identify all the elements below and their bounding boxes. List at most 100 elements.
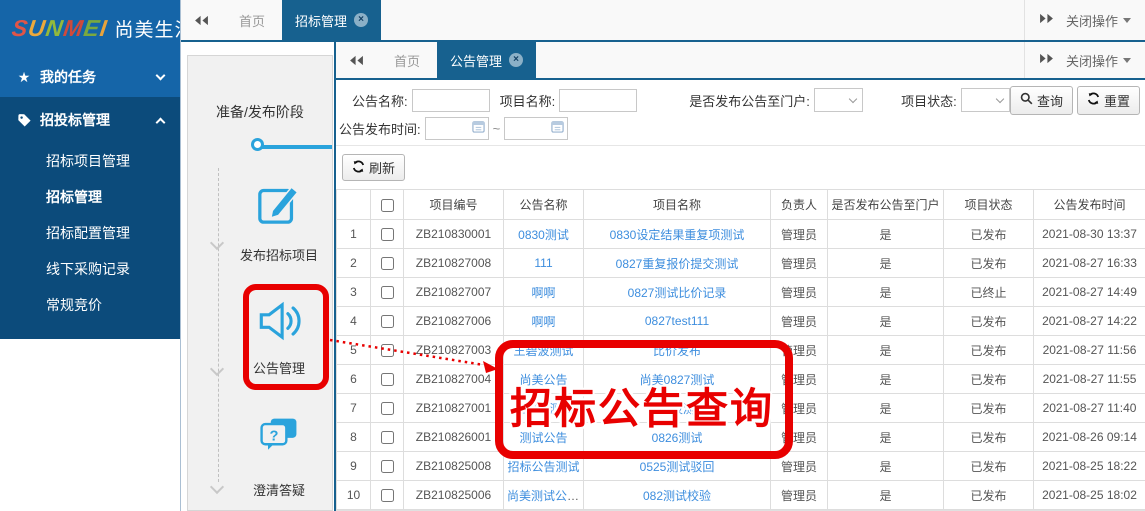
publish-time-from-input[interactable] xyxy=(425,117,489,140)
chevron-up-icon xyxy=(156,117,166,127)
row-number: 9 xyxy=(337,452,371,481)
tab-home[interactable]: 首页 xyxy=(222,0,282,40)
search-button[interactable]: 查询 xyxy=(1010,86,1073,115)
project-status: 已发布 xyxy=(944,394,1034,423)
collapse-tabs-icon[interactable] xyxy=(181,0,222,40)
calendar-icon[interactable] xyxy=(551,120,564,136)
clarification-step-icon[interactable]: ? xyxy=(257,414,301,463)
sidebar-section-bidding-mgmt[interactable]: 招投标管理 xyxy=(0,97,180,143)
project-name-link[interactable]: 0827test111 xyxy=(645,314,709,328)
project-code: ZB210830001 xyxy=(404,220,504,249)
owner: 管理员 xyxy=(771,278,828,307)
project-name-link[interactable]: 0830设定结果重复项测试 xyxy=(610,228,745,242)
project-name-link[interactable]: 比价发布 xyxy=(653,344,701,358)
project-name: 0830设定结果重复项测试 xyxy=(584,220,771,249)
row-checkbox[interactable] xyxy=(381,315,394,328)
announcement-name-link[interactable]: 111 xyxy=(534,256,552,270)
announcement-name-link[interactable]: 尚美公告 xyxy=(519,373,567,387)
grid-toolbar: 刷新 xyxy=(336,146,1145,189)
refresh-button[interactable]: 刷新 xyxy=(342,154,405,181)
sidebar-item[interactable]: 常规竞价 xyxy=(0,287,180,323)
status-filter-label: 项目状态: xyxy=(901,91,957,110)
announcement-name-link[interactable]: 招标公告测试 xyxy=(507,460,579,474)
project-name-link[interactable]: 0827测试比价记录 xyxy=(628,286,727,300)
owner: 管理员 xyxy=(771,481,828,510)
row-checkbox-cell xyxy=(371,336,404,365)
select-all-header xyxy=(371,190,404,220)
row-checkbox[interactable] xyxy=(381,431,394,444)
owner: 管理员 xyxy=(771,249,828,278)
main-panel: 首页 公告管理 × 关闭操作 公告名称: 项目名称: xyxy=(334,42,1145,511)
refresh-icon xyxy=(352,160,365,176)
publish-project-step-icon[interactable] xyxy=(256,180,302,231)
announcement-name: 测试公告 xyxy=(504,423,584,452)
project-name: 0827重复报价提交测试 xyxy=(584,249,771,278)
tab-bid-management[interactable]: 招标管理 × xyxy=(282,0,381,40)
project-code: ZB210825008 xyxy=(404,452,504,481)
owner: 管理员 xyxy=(771,394,828,423)
project-name-link[interactable]: 0826测试 xyxy=(652,431,703,445)
publish-time: 2021-08-27 14:49 xyxy=(1034,278,1145,307)
project-name-link[interactable]: 王碧波测试 xyxy=(647,402,707,416)
row-checkbox[interactable] xyxy=(381,489,394,502)
publish-time-to-input[interactable] xyxy=(504,117,568,140)
calendar-icon[interactable] xyxy=(472,120,485,136)
step-label-clarification[interactable]: 澄清答疑 xyxy=(253,483,305,498)
collapse-tabs-icon[interactable] xyxy=(336,42,377,78)
project-status: 已发布 xyxy=(944,220,1034,249)
row-checkbox-cell xyxy=(371,423,404,452)
project-name-link[interactable]: 0525测试驳回 xyxy=(640,460,715,474)
announcement-name-link[interactable]: 尚美测试公告08... xyxy=(507,489,584,503)
publish-time: 2021-08-27 14:22 xyxy=(1034,307,1145,336)
announcement-name-link[interactable]: 王碧波测试 xyxy=(513,344,573,358)
sidebar-section-my-tasks[interactable]: ★ 我的任务 xyxy=(0,57,180,97)
step-label-publish-project[interactable]: 发布招标项目 xyxy=(240,248,318,263)
announcement-name-link[interactable]: 啊啊 xyxy=(531,315,555,329)
tab-home-inner[interactable]: 首页 xyxy=(377,42,437,78)
project-name-link[interactable]: 082测试校验 xyxy=(643,489,711,503)
project-name-input[interactable] xyxy=(559,89,637,112)
step-label-announcement-mgmt[interactable]: 公告管理 xyxy=(253,361,305,376)
expand-tabs-icon[interactable] xyxy=(1039,51,1054,69)
select-all-checkbox[interactable] xyxy=(381,199,394,212)
sidebar-item[interactable]: 线下采购记录 xyxy=(0,251,180,287)
announcement-name-link[interactable]: 啊啊 xyxy=(531,286,555,300)
announcement-name: 王碧波测试 xyxy=(504,394,584,423)
row-checkbox[interactable] xyxy=(381,286,394,299)
row-checkbox[interactable] xyxy=(381,257,394,270)
announcement-name-link[interactable]: 0830测试 xyxy=(518,228,569,242)
project-code: ZB210825006 xyxy=(404,481,504,510)
close-operations-dropdown[interactable]: 关闭操作 xyxy=(1066,11,1131,30)
chevron-down-icon xyxy=(210,362,224,376)
project-name-link[interactable]: 尚美0827测试 xyxy=(640,373,715,387)
close-tab-icon[interactable]: × xyxy=(354,13,368,27)
row-checkbox[interactable] xyxy=(381,402,394,415)
announcement-name-link[interactable]: 王碧波测试 xyxy=(513,402,573,416)
tab-announcement-mgmt[interactable]: 公告管理 × xyxy=(437,42,536,78)
portal-filter-select[interactable] xyxy=(814,88,863,112)
table-row: 9ZB210825008招标公告测试0525测试驳回管理员是已发布2021-08… xyxy=(337,452,1145,481)
project-name-link[interactable]: 0827重复报价提交测试 xyxy=(616,257,739,271)
tab-label: 公告管理 xyxy=(450,51,502,70)
row-checkbox[interactable] xyxy=(381,460,394,473)
sidebar-item[interactable]: 招标配置管理 xyxy=(0,215,180,251)
search-icon xyxy=(1020,92,1033,108)
close-tab-icon[interactable]: × xyxy=(509,53,523,67)
sidebar-item[interactable]: 招标管理 xyxy=(0,179,180,215)
row-checkbox[interactable] xyxy=(381,373,394,386)
row-checkbox[interactable] xyxy=(381,228,394,241)
announcement-name-link[interactable]: 测试公告 xyxy=(519,431,567,445)
star-icon: ★ xyxy=(18,70,31,84)
sidebar-item[interactable]: 招标项目管理 xyxy=(0,143,180,179)
row-number: 5 xyxy=(337,336,371,365)
close-operations-dropdown[interactable]: 关闭操作 xyxy=(1066,51,1131,70)
expand-tabs-icon[interactable] xyxy=(1039,11,1054,29)
announcement-mgmt-step-icon[interactable] xyxy=(254,296,304,351)
row-checkbox-cell xyxy=(371,481,404,510)
publish-time-label: 公告发布时间: xyxy=(339,119,421,138)
reset-button[interactable]: 重置 xyxy=(1077,86,1140,115)
project-code: ZB210826001 xyxy=(404,423,504,452)
announcement-name-input[interactable] xyxy=(412,89,490,112)
row-checkbox[interactable] xyxy=(381,344,394,357)
status-filter-select[interactable] xyxy=(961,88,1010,112)
